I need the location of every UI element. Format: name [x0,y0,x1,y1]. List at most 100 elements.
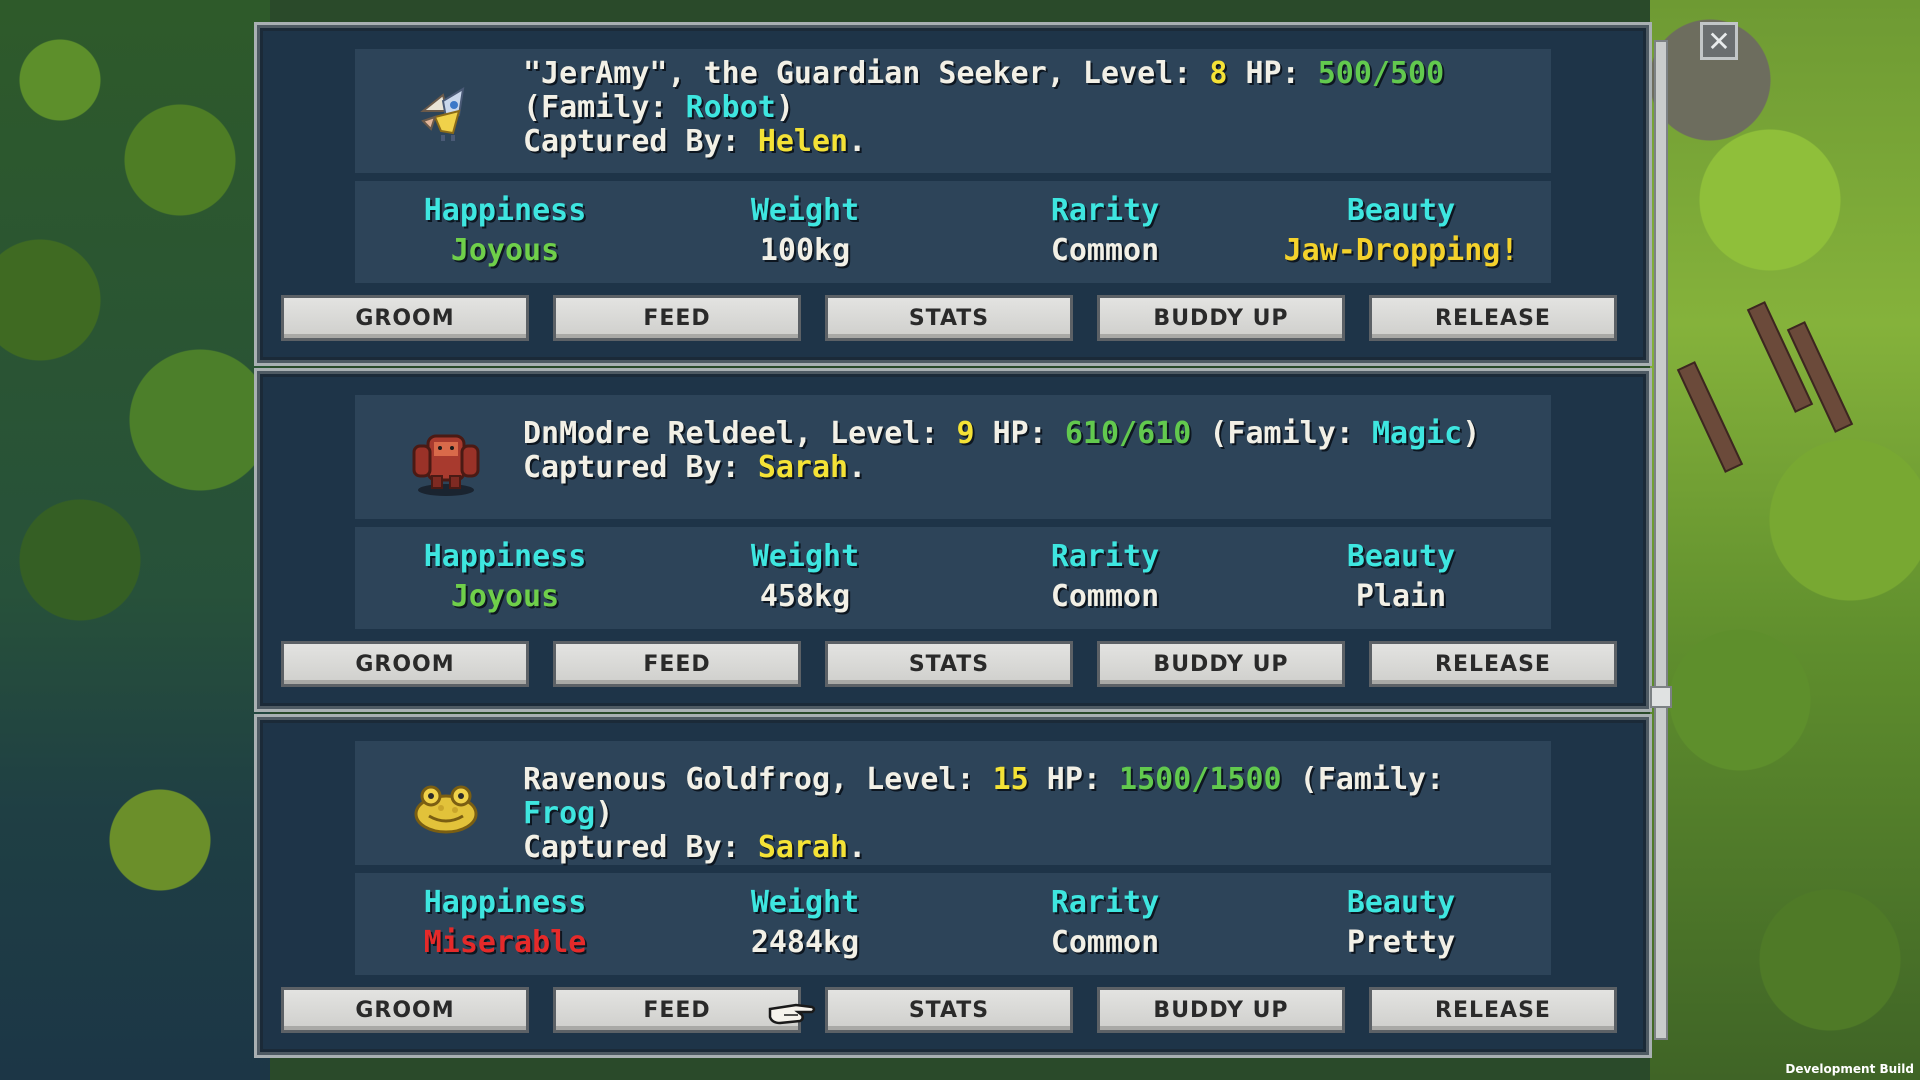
feed-button[interactable]: FEED [553,987,801,1033]
pet-name: Ravenous Goldfrog [523,762,831,797]
close-icon: ✕ [1707,24,1731,58]
pet-title: DnModre Reldeel, Level: 9 HP: 610/610 (F… [523,416,1481,485]
stat-value: 100kg [759,233,851,268]
level-label: , Level: [793,416,957,451]
pet-info-box: "JerAmy", the Guardian Seeker, Level: 8 … [355,49,1551,173]
stats-button[interactable]: STATS [825,641,1073,687]
pet-info-box: DnModre Reldeel, Level: 9 HP: 610/610 (F… [355,395,1551,519]
groom-button[interactable]: GROOM [281,987,529,1033]
stat-happiness: Happiness Joyous [355,539,655,619]
buddy-up-button[interactable]: BUDDY UP [1097,295,1345,341]
pet-family: Frog [523,796,596,831]
stat-label: Weight [750,885,860,920]
stat-beauty: Beauty Plain [1251,539,1551,619]
stat-label: Rarity [1050,539,1160,574]
pet-card: Ravenous Goldfrog, Level: 15 HP: 1500/15… [254,714,1652,1058]
stat-label: Weight [750,193,860,228]
feed-button[interactable]: FEED [553,641,801,687]
stat-value: Miserable [423,925,587,960]
pet-info-box: Ravenous Goldfrog, Level: 15 HP: 1500/15… [355,741,1551,865]
hp-label: HP: [974,416,1065,451]
stat-label: Beauty [1346,539,1456,574]
release-button[interactable]: RELEASE [1369,295,1617,341]
stat-value: Common [1050,925,1160,960]
stat-label: Rarity [1050,885,1160,920]
pet-name: "JerAmy", the Guardian Seeker [523,56,1047,91]
hp-label: HP: [1227,56,1318,91]
pet-card: DnModre Reldeel, Level: 9 HP: 610/610 (F… [254,368,1652,712]
groom-button[interactable]: GROOM [281,641,529,687]
level-label: , Level: [830,762,993,797]
captured-by-label: Captured By: [523,124,758,159]
stat-value: Common [1050,233,1160,268]
stat-label: Beauty [1346,193,1456,228]
stats-button[interactable]: STATS [825,295,1073,341]
stat-value: 458kg [759,579,851,614]
pet-stats-box: Happiness Joyous Weight 100kg Rarity Com… [355,181,1551,283]
log-decoration [1676,361,1744,473]
pet-hp: 610/610 [1064,416,1192,451]
pointer-hand-icon [766,995,818,1029]
pet-level: 8 [1209,56,1228,91]
pet-level: 9 [956,416,975,451]
stat-beauty: Beauty Jaw-Dropping! [1251,193,1551,273]
stat-label: Happiness [423,885,587,920]
stat-label: Rarity [1050,193,1160,228]
stat-value: Jaw-Dropping! [1283,233,1519,268]
stat-rarity: Rarity Common [955,885,1255,965]
development-build-label: Development Build [1785,1062,1914,1076]
family-open-label: (Family: [523,90,686,125]
family-close-label: ) [595,796,614,831]
pet-name: DnModre Reldeel [523,416,794,451]
pet-card: "JerAmy", the Guardian Seeker, Level: 8 … [254,22,1652,366]
gold-frog-icon [405,765,487,847]
forest-left [0,0,270,1080]
pet-title: Ravenous Goldfrog, Level: 15 HP: 1500/15… [523,762,1445,865]
family-open-label: (Family: [1191,416,1372,451]
captured-by-label: Captured By: [523,830,758,865]
stat-label: Weight [750,539,860,574]
stat-value: Plain [1355,579,1447,614]
stat-happiness: Happiness Joyous [355,193,655,273]
stat-weight: Weight 2484kg [655,885,955,965]
family-close-label: ) [1462,416,1481,451]
hp-label: HP: [1028,762,1120,797]
forest-right [1650,0,1920,1080]
pet-hp: 500/500 [1317,56,1445,91]
buddy-up-button[interactable]: BUDDY UP [1097,987,1345,1033]
stat-label: Beauty [1346,885,1456,920]
level-label: , Level: [1046,56,1210,91]
family-open-label: (Family: [1281,762,1445,797]
pet-level: 15 [992,762,1029,797]
stat-value: Joyous [450,233,560,268]
stat-value: Pretty [1346,925,1456,960]
feed-button[interactable]: FEED [553,295,801,341]
stat-weight: Weight 100kg [655,193,955,273]
captured-by-name: Sarah [757,450,849,485]
robot-bird-icon [405,73,487,155]
pet-title: "JerAmy", the Guardian Seeker, Level: 8 … [523,56,1445,159]
buddy-up-button[interactable]: BUDDY UP [1097,641,1345,687]
captured-by-label: Captured By: [523,450,758,485]
family-close-label: ) [775,90,794,125]
scrollbar[interactable] [1654,40,1668,1040]
stat-label: Happiness [423,193,587,228]
pet-hp: 1500/1500 [1119,762,1282,797]
scrollbar-thumb[interactable] [1650,686,1672,708]
pet-family: Magic [1371,416,1463,451]
release-button[interactable]: RELEASE [1369,987,1617,1033]
stat-value: 2484kg [750,925,860,960]
captured-by-name: Sarah [757,830,849,865]
groom-button[interactable]: GROOM [281,295,529,341]
close-button[interactable]: ✕ [1700,22,1738,60]
red-golem-icon [405,419,487,501]
stats-button[interactable]: STATS [825,987,1073,1033]
pet-stats-box: Happiness Miserable Weight 2484kg Rarity… [355,873,1551,975]
stat-value: Joyous [450,579,560,614]
stat-rarity: Rarity Common [955,193,1255,273]
pet-stats-box: Happiness Joyous Weight 458kg Rarity Com… [355,527,1551,629]
release-button[interactable]: RELEASE [1369,641,1617,687]
stat-beauty: Beauty Pretty [1251,885,1551,965]
stat-label: Happiness [423,539,587,574]
pet-family: Robot [685,90,776,125]
